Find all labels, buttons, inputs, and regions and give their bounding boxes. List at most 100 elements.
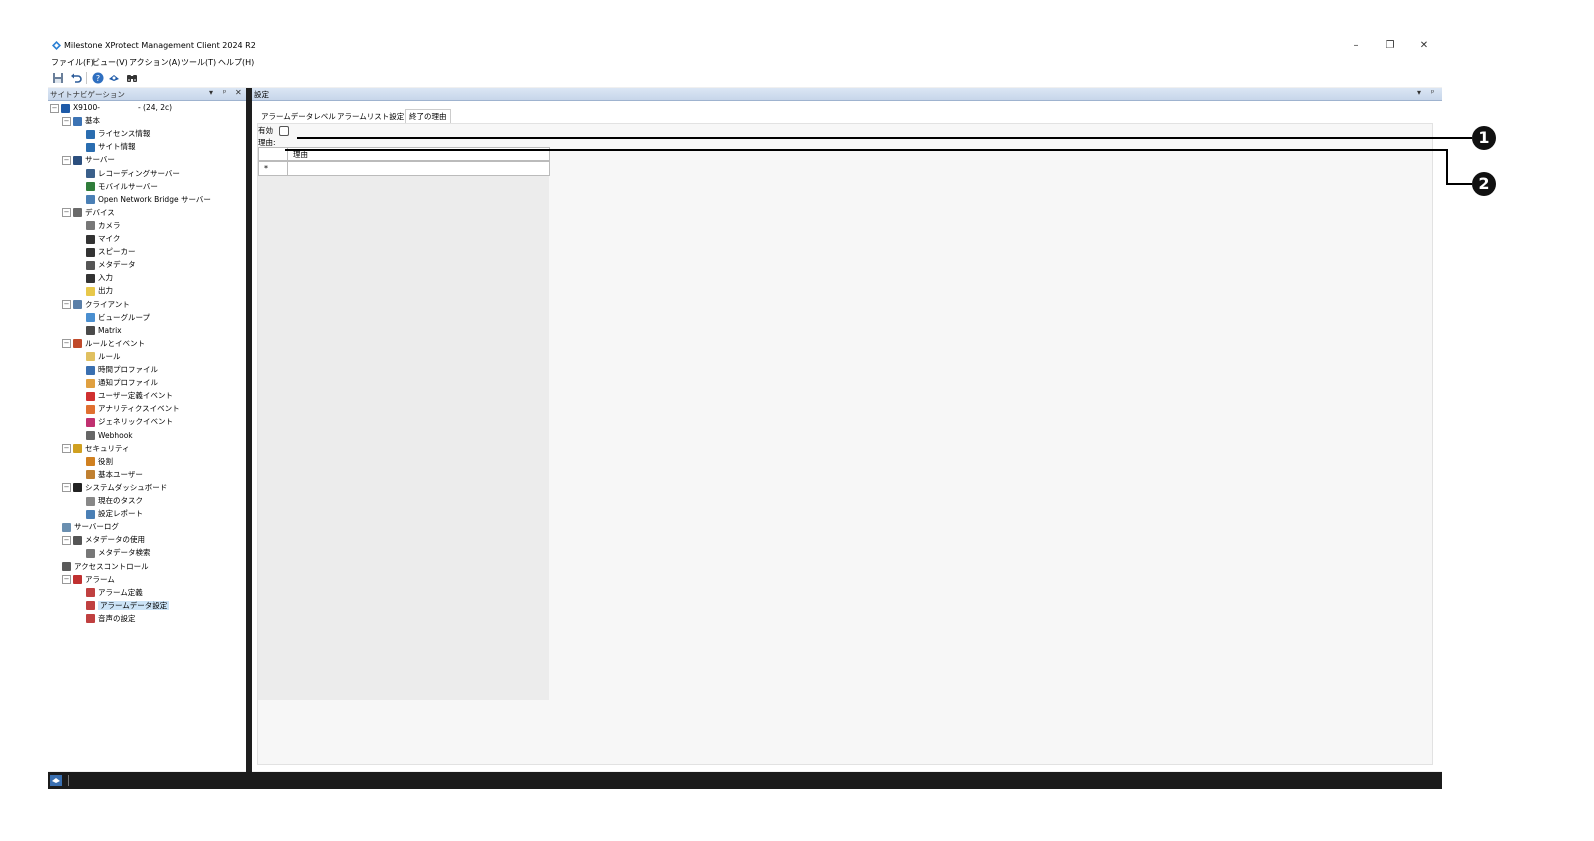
tree-item[interactable]: レコーディングサーバー [86,168,180,180]
tree-item-label: Matrix [98,325,122,335]
tree-item[interactable]: サーバーログ [62,521,119,533]
tree-item[interactable]: 入力 [86,272,113,284]
tree-item-label: 基本ユーザー [98,469,143,479]
collapse-toggle-icon[interactable]: − [62,535,71,545]
tree-node-icon [86,391,95,401]
tree-item[interactable]: Matrix [86,325,122,337]
connect-icon[interactable] [108,72,120,84]
tree-item[interactable]: アナリティクスイベント [86,403,180,415]
settings-title: 設定 [254,90,269,99]
menu-view[interactable]: ビュー(V) [92,57,128,68]
tree-item[interactable]: 基本ユーザー [86,469,143,481]
menu-tools[interactable]: ツール(T) [181,57,216,68]
tree-item[interactable]: 役割 [86,456,113,468]
restore-button[interactable]: ❐ [1376,39,1404,53]
settings-content: アラームデータレベル アラームリスト設定 終了の理由 有効 理由: 理由 * [252,101,1442,771]
grid-corner-header [258,147,288,161]
tree-item[interactable]: スピーカー [86,246,136,258]
tree-item[interactable]: − サーバー [62,154,115,166]
tree-node-icon [86,286,95,296]
menu-action[interactable]: アクション(A) [129,57,180,68]
new-row-header[interactable]: * [258,161,288,176]
new-reason-cell[interactable] [287,161,550,176]
tree-item[interactable]: − アラーム [62,574,115,586]
tree-item[interactable]: ユーザー定義イベント [86,390,173,402]
tree-item[interactable]: − デバイス [62,207,115,219]
collapse-toggle-icon[interactable]: − [62,575,71,585]
minimize-button[interactable]: – [1342,39,1370,53]
tree-item[interactable]: Webhook [86,430,133,442]
callout-line-1 [297,137,1472,139]
menu-help[interactable]: ヘルプ(H) [218,57,254,68]
tree-item[interactable]: ビューグループ [86,312,150,324]
tab-closing-reasons[interactable]: 終了の理由 [405,109,451,124]
tree-item[interactable]: − クライアント [62,299,130,311]
tree-item[interactable]: アクセスコントロール [62,561,149,573]
tree-item[interactable]: − メタデータの使用 [62,534,145,546]
tree-node-icon [61,103,70,113]
tree-item[interactable]: サイト情報 [86,141,136,153]
tree-node-icon [86,169,95,178]
milestone-logo-icon [52,41,61,50]
tree-item-label: 出力 [98,286,113,296]
tree-item[interactable]: 設定レポート [86,508,143,520]
tree-item-label: システムダッシュボード [85,482,168,492]
tree-item-label: メタデータの使用 [85,535,145,545]
tree-item[interactable]: Open Network Bridge サーバー [86,194,211,206]
tree-node-icon [86,260,95,270]
tree-item[interactable]: メタデータ検索 [86,547,151,559]
tree-item[interactable]: ジェネリックイベント [86,416,173,428]
tree-item[interactable]: マイク [86,233,120,245]
tree-item[interactable]: カメラ [86,220,121,232]
tree-item[interactable]: アラーム定義 [86,587,143,599]
tree-item[interactable]: 音声の設定 [86,613,136,625]
collapse-toggle-icon[interactable]: − [62,339,71,349]
tree-item-label: 現在のタスク [98,496,143,505]
tree-item[interactable]: 現在のタスク [86,495,143,507]
nav-dropdown-icon[interactable]: ▾ [209,88,213,97]
tree-node-icon [86,404,95,414]
tree-item[interactable]: モバイルサーバー [86,181,158,193]
nav-close-icon[interactable]: ✕ [235,88,242,97]
collapse-toggle-icon[interactable]: − [62,444,71,454]
tree-item[interactable]: 通知プロファイル [86,377,158,389]
find-icon[interactable] [126,72,138,84]
tree-item[interactable]: アラームデータ設定 [86,600,170,612]
enabled-checkbox[interactable] [279,126,289,136]
collapse-toggle-icon[interactable]: − [62,483,71,493]
collapse-toggle-icon[interactable]: − [62,155,71,165]
tree-item-label: デバイス [85,207,115,217]
tree-item[interactable]: − ルールとイベント [62,338,145,350]
tree-item[interactable]: 時間プロファイル [86,364,158,376]
collapse-toggle-icon[interactable]: − [62,300,71,309]
tree-item[interactable]: メタデータ [86,259,136,271]
close-button[interactable]: ✕ [1410,39,1438,53]
tree-item-label: ジェネリックイベント [98,417,173,427]
tree-item-label: アナリティクスイベント [98,404,180,414]
tree-item[interactable]: ルール [86,351,121,363]
tree-item[interactable]: − セキュリティ [62,443,130,455]
tree-item-label: モバイルサーバー [98,181,158,191]
tree-node-icon [73,575,82,585]
settings-dropdown-icon[interactable]: ▾ [1417,88,1421,97]
tree-item-label: 通知プロファイル [98,378,158,388]
menu-file[interactable]: ファイル(F) [51,57,94,68]
tree-item-label: アラーム定義 [98,587,143,597]
collapse-toggle-icon[interactable]: − [50,103,59,113]
tree-item[interactable]: 出力 [86,285,113,297]
nav-pin-icon[interactable]: ᵖ [223,88,226,97]
tree-item[interactable]: ライセンス情報 [86,128,150,140]
tree-item[interactable]: − 基本 [62,115,100,127]
tree-node-icon [86,588,95,598]
undo-icon[interactable] [70,72,82,84]
settings-pin-icon[interactable]: ᵖ [1431,88,1434,97]
menu-bar: ファイル(F) ビュー(V) アクション(A) ツール(T) ヘルプ(H) [48,55,1442,69]
help-icon[interactable]: ? [92,72,104,84]
tree-item[interactable]: − X9100- - (24, 2c) [50,102,172,114]
callout-line-2-vertical [1446,149,1448,184]
tree-node-icon [86,129,95,139]
collapse-toggle-icon[interactable]: − [62,116,71,126]
collapse-toggle-icon[interactable]: − [62,208,71,218]
save-icon[interactable] [52,72,64,84]
tree-item[interactable]: − システムダッシュボード [62,482,167,494]
